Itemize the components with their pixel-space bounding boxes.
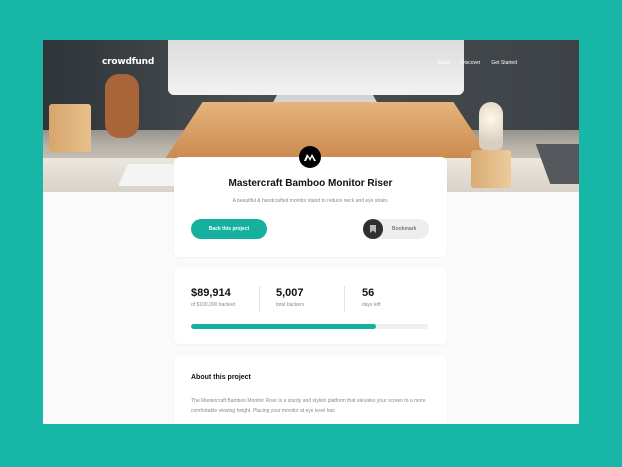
about-text: The Mastercraft Bamboo Monitor Riser is … [191, 398, 426, 414]
days-count: 56 [362, 287, 375, 299]
bookmark-label: Bookmark [392, 226, 417, 232]
backed-label: of $100,000 backed [191, 302, 235, 308]
riser-illustration [163, 102, 493, 162]
bookmark-button[interactable]: Bookmark [363, 219, 429, 239]
project-title: Mastercraft Bamboo Monitor Riser [228, 178, 393, 189]
app-window: crowdfund About Discover Get Started Mas… [43, 40, 579, 424]
stat-divider [344, 286, 345, 312]
project-logo-icon [299, 146, 321, 168]
backed-amount: $89,914 [191, 287, 231, 299]
monitor-illustration [168, 40, 464, 95]
lightbulb-illustration [479, 102, 503, 150]
top-nav: About Discover Get Started [437, 60, 517, 66]
funding-progress-bar [191, 324, 428, 329]
stat-divider [259, 286, 260, 312]
nav-link-about[interactable]: About [437, 60, 450, 66]
back-project-button[interactable]: Back this project [191, 219, 267, 239]
lamp-base-illustration [471, 150, 511, 188]
backers-count: 5,007 [276, 287, 304, 299]
stat-backed: $89,914 of $100,000 backed [191, 287, 235, 308]
stat-backers: 5,007 total backers [276, 287, 304, 308]
stat-days: 56 days left [362, 287, 381, 308]
project-intro-card: Mastercraft Bamboo Monitor Riser A beaut… [174, 157, 447, 257]
speaker-illustration [105, 74, 139, 138]
brand-logo[interactable]: crowdfund [102, 57, 154, 67]
nav-link-get-started[interactable]: Get Started [491, 60, 517, 66]
days-label: days left [362, 302, 381, 308]
funding-progress-fill [191, 324, 376, 329]
about-card: About this project The Mastercraft Bambo… [174, 356, 447, 424]
project-description: A beautiful & handcrafted monitor stand … [232, 198, 389, 204]
stats-card: $89,914 of $100,000 backed 5,007 total b… [174, 268, 447, 344]
about-heading: About this project [191, 374, 251, 381]
bookmark-icon [363, 219, 383, 239]
nav-link-discover[interactable]: Discover [461, 60, 480, 66]
pencil-pot-illustration [49, 104, 91, 152]
backers-label: total backers [276, 302, 305, 308]
